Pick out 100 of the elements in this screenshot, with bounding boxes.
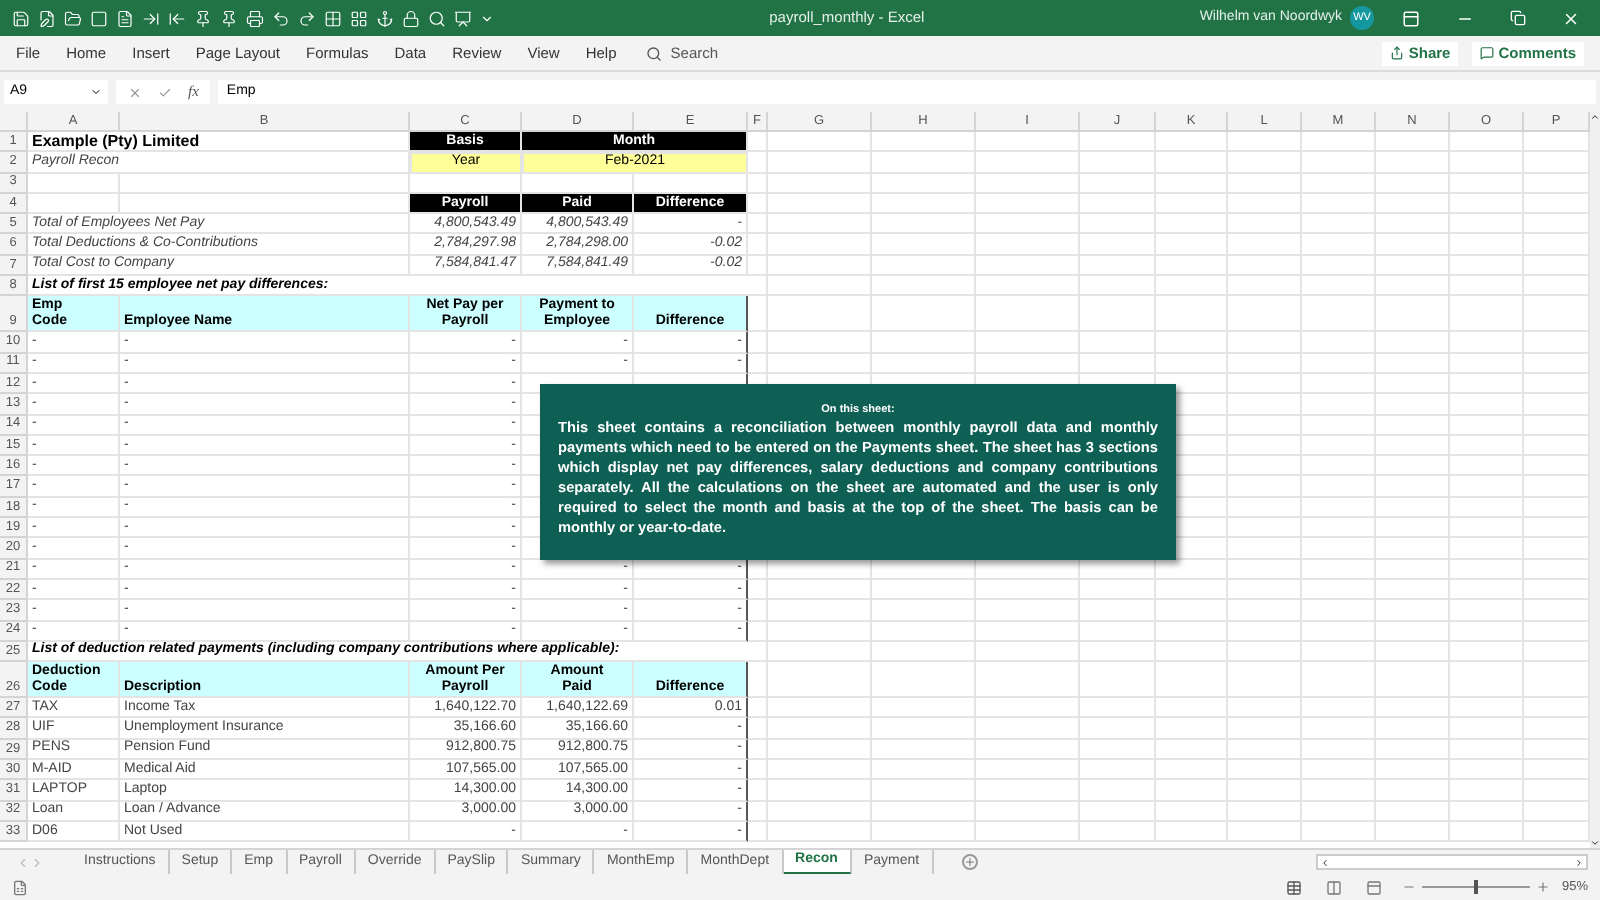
empty-cell[interactable] [1450,476,1524,498]
empty-cell[interactable] [748,214,768,235]
empty-cell[interactable] [768,780,872,802]
close-icon[interactable] [1562,9,1580,27]
empty-cell[interactable] [1376,373,1450,395]
empty-cell[interactable] [1450,801,1524,822]
empty-cell[interactable] [1376,234,1450,256]
empty-cell[interactable] [1302,373,1376,395]
empty-cell[interactable] [1156,353,1228,374]
empty-cell[interactable] [1228,255,1302,277]
empty-cell[interactable] [976,760,1080,781]
empty-cell[interactable] [748,698,768,719]
empty-cell[interactable] [976,152,1080,174]
empty-cell[interactable] [748,739,768,761]
empty-cell[interactable] [1376,415,1450,436]
empty-cell[interactable] [748,173,768,194]
enter-icon[interactable] [158,85,172,99]
empty-cell[interactable] [768,739,872,761]
empty-cell[interactable] [1156,801,1228,822]
empty-cell[interactable] [1302,518,1376,539]
empty-cell[interactable] [1376,518,1450,539]
empty-cell[interactable] [1302,435,1376,457]
empty-cell[interactable] [768,579,872,601]
zoom-out-icon[interactable] [1401,880,1416,894]
empty-cell[interactable] [748,718,768,740]
empty-cell[interactable] [1156,662,1228,699]
search-icon[interactable] [428,9,446,27]
empty-cell[interactable] [1156,276,1228,297]
empty-cell[interactable] [1302,152,1376,174]
layout-icon[interactable] [350,9,368,27]
empty-cell[interactable] [872,276,976,297]
empty-cell[interactable] [1228,600,1302,622]
empty-cell[interactable] [748,821,768,843]
empty-cell[interactable] [768,152,872,174]
empty-cell[interactable] [1156,698,1228,719]
empty-cell[interactable] [1450,255,1524,277]
empty-cell[interactable] [1302,718,1376,740]
empty-cell[interactable] [1080,739,1156,761]
empty-cell[interactable] [1156,214,1228,235]
empty-cell[interactable] [1450,662,1524,699]
empty-cell[interactable] [872,255,976,277]
empty-cell[interactable] [1450,559,1524,580]
empty-cell[interactable] [1302,538,1376,560]
empty-cell[interactable] [1376,255,1450,277]
empty-cell[interactable] [1228,132,1302,153]
empty-cell[interactable] [872,780,976,802]
empty-cell[interactable] [1156,132,1228,153]
empty-cell[interactable] [1376,662,1450,699]
empty-cell[interactable] [1302,296,1376,333]
empty-cell[interactable] [1376,276,1450,297]
scroll-left-icon[interactable] [1320,857,1330,867]
empty-cell[interactable] [1450,373,1524,395]
empty-cell[interactable] [1450,415,1524,436]
empty-cell[interactable] [1228,476,1302,498]
empty-cell[interactable] [1450,641,1524,663]
empty-cell[interactable] [1228,538,1302,560]
empty-cell[interactable] [976,698,1080,719]
empty-cell[interactable] [1376,559,1450,580]
page-layout-view-icon[interactable] [1325,879,1342,895]
empty-cell[interactable] [1302,760,1376,781]
empty-cell[interactable] [1450,760,1524,781]
empty-cell[interactable] [976,173,1080,194]
empty-cell[interactable] [1302,255,1376,277]
empty-cell[interactable] [1156,296,1228,333]
customize-icon[interactable] [480,11,494,25]
empty-cell[interactable] [1302,739,1376,761]
empty-cell[interactable] [768,234,872,256]
empty-cell[interactable] [872,641,976,663]
empty-cell[interactable] [1156,718,1228,740]
empty-cell[interactable] [748,662,768,699]
empty-cell[interactable] [976,276,1080,297]
empty-cell[interactable] [1228,801,1302,822]
empty-cell[interactable] [1228,821,1302,843]
empty-cell[interactable] [1228,353,1302,374]
cancel-icon[interactable] [128,85,142,99]
slider-thumb[interactable] [1473,880,1478,894]
empty-cell[interactable] [872,353,976,374]
empty-cell[interactable] [976,662,1080,699]
folder-icon[interactable] [64,9,82,27]
empty-cell[interactable] [1156,821,1228,843]
empty-cell[interactable] [1450,296,1524,333]
empty-cell[interactable] [1376,152,1450,174]
empty-cell[interactable] [976,621,1080,642]
empty-cell[interactable] [976,332,1080,354]
empty-cell[interactable] [872,718,976,740]
empty-cell[interactable] [1376,214,1450,235]
empty-cell[interactable] [872,193,976,215]
empty-cell[interactable] [1080,234,1156,256]
empty-cell[interactable] [1080,600,1156,622]
empty-cell[interactable] [748,621,768,642]
empty-cell[interactable] [976,718,1080,740]
empty-cell[interactable] [1376,641,1450,663]
empty-cell[interactable] [1080,173,1156,194]
empty-cell[interactable] [1376,456,1450,477]
empty-cell[interactable] [1156,234,1228,256]
previous-sheet-icon[interactable] [16,855,30,869]
page-break-view-icon[interactable] [1365,879,1382,895]
empty-cell[interactable] [1228,435,1302,457]
empty-cell[interactable] [1302,801,1376,822]
empty-cell[interactable] [1080,214,1156,235]
